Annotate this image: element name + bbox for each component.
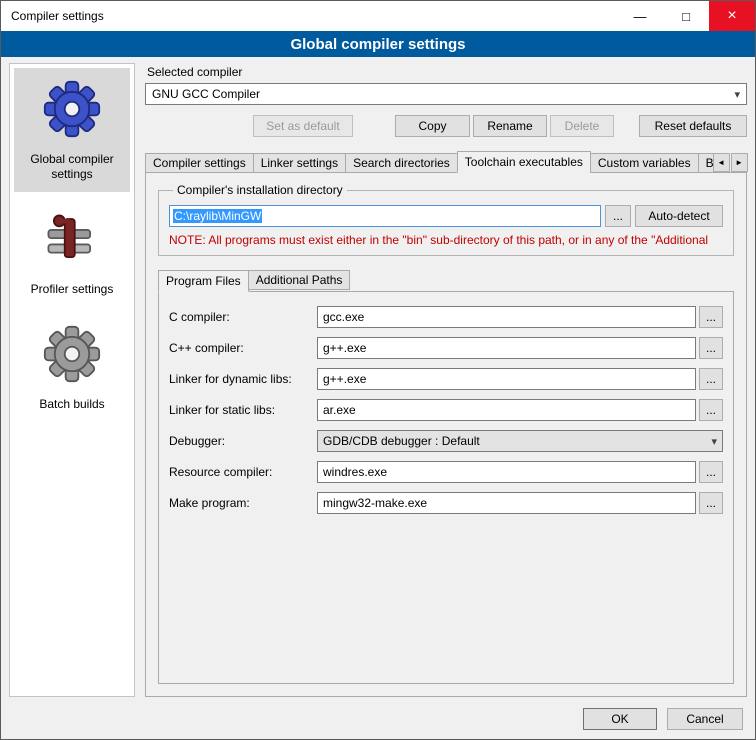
dynamic-linker-label: Linker for dynamic libs: <box>169 372 317 386</box>
install-dir-groupbox: Compiler's installation directory C:\ray… <box>158 183 734 256</box>
profiler-clamp-icon <box>43 210 101 268</box>
sidebar-item-profiler-settings[interactable]: Profiler settings <box>14 198 130 307</box>
minimize-button[interactable]: — <box>617 1 663 31</box>
tab-scrollers: ◄ ► <box>713 153 748 173</box>
debugger-select[interactable]: GDB/CDB debugger : Default ▾ <box>317 430 723 452</box>
install-dir-selected-text: C:\raylib\MinGW <box>173 209 262 223</box>
sidebar-item-label: Global compiler settings <box>18 152 126 182</box>
main-panel: Selected compiler GNU GCC Compiler ▾ Set… <box>145 63 747 697</box>
copy-button[interactable]: Copy <box>395 115 470 137</box>
c-compiler-browse-button[interactable]: ... <box>699 306 723 328</box>
settings-tabstrip: Compiler settings Linker settings Search… <box>145 151 747 173</box>
static-linker-input[interactable]: ar.exe <box>317 399 696 421</box>
chevron-down-icon: ▾ <box>734 88 740 101</box>
cpp-compiler-value: g++.exe <box>323 341 366 355</box>
make-program-input[interactable]: mingw32-make.exe <box>317 492 696 514</box>
compiler-buttons-row: Set as default Copy Rename Delete Reset … <box>145 115 747 137</box>
rename-button[interactable]: Rename <box>473 115 547 137</box>
scroll-left-icon: ◄ <box>717 158 725 167</box>
compiler-select-value: GNU GCC Compiler <box>152 87 728 101</box>
close-button[interactable]: × <box>709 1 755 31</box>
blue-gear-icon <box>43 80 101 138</box>
make-program-label: Make program: <box>169 496 317 510</box>
form-row: Linker for dynamic libs: g++.exe ... <box>169 368 723 390</box>
cpp-compiler-browse-button[interactable]: ... <box>699 337 723 359</box>
compiler-settings-window: Compiler settings — □ × Global compiler … <box>0 0 756 740</box>
install-dir-row: C:\raylib\MinGW ... Auto-detect <box>169 205 723 227</box>
subtab-additional-paths[interactable]: Additional Paths <box>248 270 351 290</box>
sidebar-item-batch-builds[interactable]: Batch builds <box>14 313 130 422</box>
tab-compiler-settings[interactable]: Compiler settings <box>145 153 254 173</box>
window-controls: — □ × <box>617 1 755 31</box>
toolchain-executables-panel: Compiler's installation directory C:\ray… <box>145 172 747 697</box>
tab-build-options-truncated[interactable]: Buil <box>698 153 714 173</box>
resource-compiler-browse-button[interactable]: ... <box>699 461 723 483</box>
debugger-label: Debugger: <box>169 434 317 448</box>
c-compiler-input[interactable]: gcc.exe <box>317 306 696 328</box>
page-title: Global compiler settings <box>1 31 755 57</box>
settings-sidebar: Global compiler settings Profiler settin… <box>9 63 135 697</box>
form-row: Debugger: GDB/CDB debugger : Default ▾ <box>169 430 723 452</box>
static-linker-label: Linker for static libs: <box>169 403 317 417</box>
tab-scroll-left-button[interactable]: ◄ <box>713 153 730 172</box>
make-program-value: mingw32-make.exe <box>323 496 427 510</box>
set-as-default-button: Set as default <box>253 115 353 137</box>
scroll-right-icon: ► <box>735 158 743 167</box>
program-files-panel: C compiler: gcc.exe ... C++ compiler: g+… <box>158 291 734 684</box>
dynamic-linker-input[interactable]: g++.exe <box>317 368 696 390</box>
chevron-down-icon: ▾ <box>711 435 717 448</box>
selected-compiler-label: Selected compiler <box>147 65 747 79</box>
cpp-compiler-label: C++ compiler: <box>169 341 317 355</box>
autodetect-button[interactable]: Auto-detect <box>635 205 723 227</box>
dynamic-linker-browse-button[interactable]: ... <box>699 368 723 390</box>
static-linker-browse-button[interactable]: ... <box>699 399 723 421</box>
static-linker-value: ar.exe <box>323 403 356 417</box>
maximize-button[interactable]: □ <box>663 1 709 31</box>
form-row: C compiler: gcc.exe ... <box>169 306 723 328</box>
tab-toolchain-executables[interactable]: Toolchain executables <box>457 151 591 173</box>
form-row: Make program: mingw32-make.exe ... <box>169 492 723 514</box>
install-dir-browse-button[interactable]: ... <box>605 205 631 227</box>
tab-linker-settings[interactable]: Linker settings <box>253 153 346 173</box>
sidebar-item-label: Profiler settings <box>31 282 114 297</box>
cpp-compiler-input[interactable]: g++.exe <box>317 337 696 359</box>
sidebar-item-global-compiler-settings[interactable]: Global compiler settings <box>14 68 130 192</box>
titlebar: Compiler settings — □ × <box>1 1 755 31</box>
cancel-button[interactable]: Cancel <box>667 708 743 730</box>
reset-defaults-button[interactable]: Reset defaults <box>639 115 747 137</box>
dialog-body: Global compiler settings Profiler settin… <box>9 63 747 697</box>
make-program-browse-button[interactable]: ... <box>699 492 723 514</box>
dialog-footer: OK Cancel <box>583 708 743 730</box>
tab-search-directories[interactable]: Search directories <box>345 153 458 173</box>
bin-subdirectory-note: NOTE: All programs must exist either in … <box>169 233 723 247</box>
c-compiler-value: gcc.exe <box>323 310 364 324</box>
debugger-value: GDB/CDB debugger : Default <box>323 434 705 448</box>
tab-scroll-right-button[interactable]: ► <box>731 153 748 172</box>
resource-compiler-label: Resource compiler: <box>169 465 317 479</box>
form-row: Linker for static libs: ar.exe ... <box>169 399 723 421</box>
program-files-tabstrip: Program Files Additional Paths <box>158 270 734 292</box>
resource-compiler-value: windres.exe <box>323 465 387 479</box>
compiler-select[interactable]: GNU GCC Compiler ▾ <box>145 83 747 105</box>
dynamic-linker-value: g++.exe <box>323 372 366 386</box>
c-compiler-label: C compiler: <box>169 310 317 324</box>
resource-compiler-input[interactable]: windres.exe <box>317 461 696 483</box>
ok-button[interactable]: OK <box>583 708 657 730</box>
window-title: Compiler settings <box>11 9 104 23</box>
sidebar-item-label: Batch builds <box>39 397 104 412</box>
subtab-program-files[interactable]: Program Files <box>158 270 249 292</box>
form-row: Resource compiler: windres.exe ... <box>169 461 723 483</box>
form-row: C++ compiler: g++.exe ... <box>169 337 723 359</box>
tab-custom-variables[interactable]: Custom variables <box>590 153 699 173</box>
delete-button: Delete <box>550 115 614 137</box>
gray-gear-icon <box>43 325 101 383</box>
install-dir-input[interactable]: C:\raylib\MinGW <box>169 205 601 227</box>
install-dir-group-title: Compiler's installation directory <box>173 183 347 197</box>
